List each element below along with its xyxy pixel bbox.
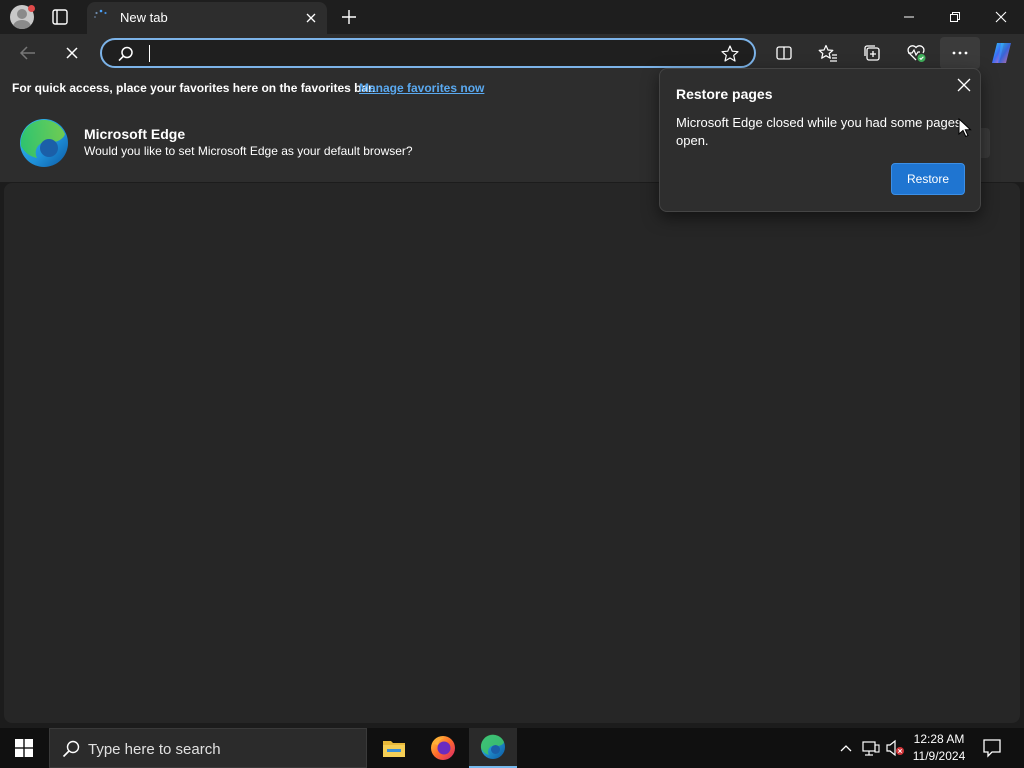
taskbar: Type here to search 12:28 AM 11/9/2024 [0,728,1024,768]
copilot-icon[interactable] [989,40,1015,66]
file-explorer-icon[interactable] [370,728,418,768]
system-clock[interactable]: 12:28 AM 11/9/2024 [908,731,970,765]
favorites-bar-message: For quick access, place your favorites h… [12,81,376,95]
favorites-icon[interactable] [817,42,839,64]
address-bar[interactable] [100,38,756,68]
clock-time: 12:28 AM [913,732,965,746]
mouse-cursor-icon [958,118,972,138]
profile-alert-dot [28,5,35,12]
tab-bar: New tab [0,0,1024,34]
search-icon [117,45,135,63]
windows-logo-icon[interactable] [0,728,48,768]
split-screen-icon[interactable] [773,42,795,64]
restore-button[interactable]: Restore [891,163,965,195]
page-content [4,183,1020,723]
minimize-icon[interactable] [886,0,932,34]
search-icon [61,739,81,759]
star-icon[interactable] [720,44,740,64]
more-icon[interactable] [940,37,980,69]
toolbar [0,34,1024,72]
network-icon[interactable] [862,739,880,757]
banner-subtitle: Would you like to set Microsoft Edge as … [84,144,413,158]
close-icon[interactable] [956,77,972,93]
firefox-icon[interactable] [419,728,467,768]
collections-icon[interactable] [861,42,883,64]
banner-title: Microsoft Edge [84,126,186,142]
restore-icon[interactable] [932,0,978,34]
edge-icon[interactable] [469,728,517,768]
address-input[interactable] [152,43,692,63]
clock-date: 11/9/2024 [912,749,966,763]
tab-new-tab[interactable]: New tab [87,2,327,34]
loading-icon [93,9,109,25]
taskbar-search-placeholder: Type here to search [88,741,221,758]
tab-actions-icon[interactable] [50,7,70,27]
volume-muted-icon[interactable] [885,739,905,757]
tab-title: New tab [120,10,168,25]
chevron-up-icon[interactable] [839,739,853,757]
performance-icon[interactable] [905,42,927,64]
popup-message: Microsoft Edge closed while you had some… [676,115,962,148]
plus-icon[interactable] [339,7,359,27]
manage-favorites-link[interactable]: Manage favorites now [359,81,484,95]
close-icon[interactable] [303,10,319,26]
restore-pages-popup: Restore pages Microsoft Edge closed whil… [659,68,981,212]
window-close-icon[interactable] [978,0,1024,34]
back-icon[interactable] [17,42,39,64]
stop-icon[interactable] [61,42,83,64]
popup-title: Restore pages [676,86,773,102]
edge-logo-icon [19,118,69,168]
notifications-icon[interactable] [982,738,1002,758]
taskbar-search-box[interactable]: Type here to search [49,728,367,768]
text-cursor [149,45,150,62]
